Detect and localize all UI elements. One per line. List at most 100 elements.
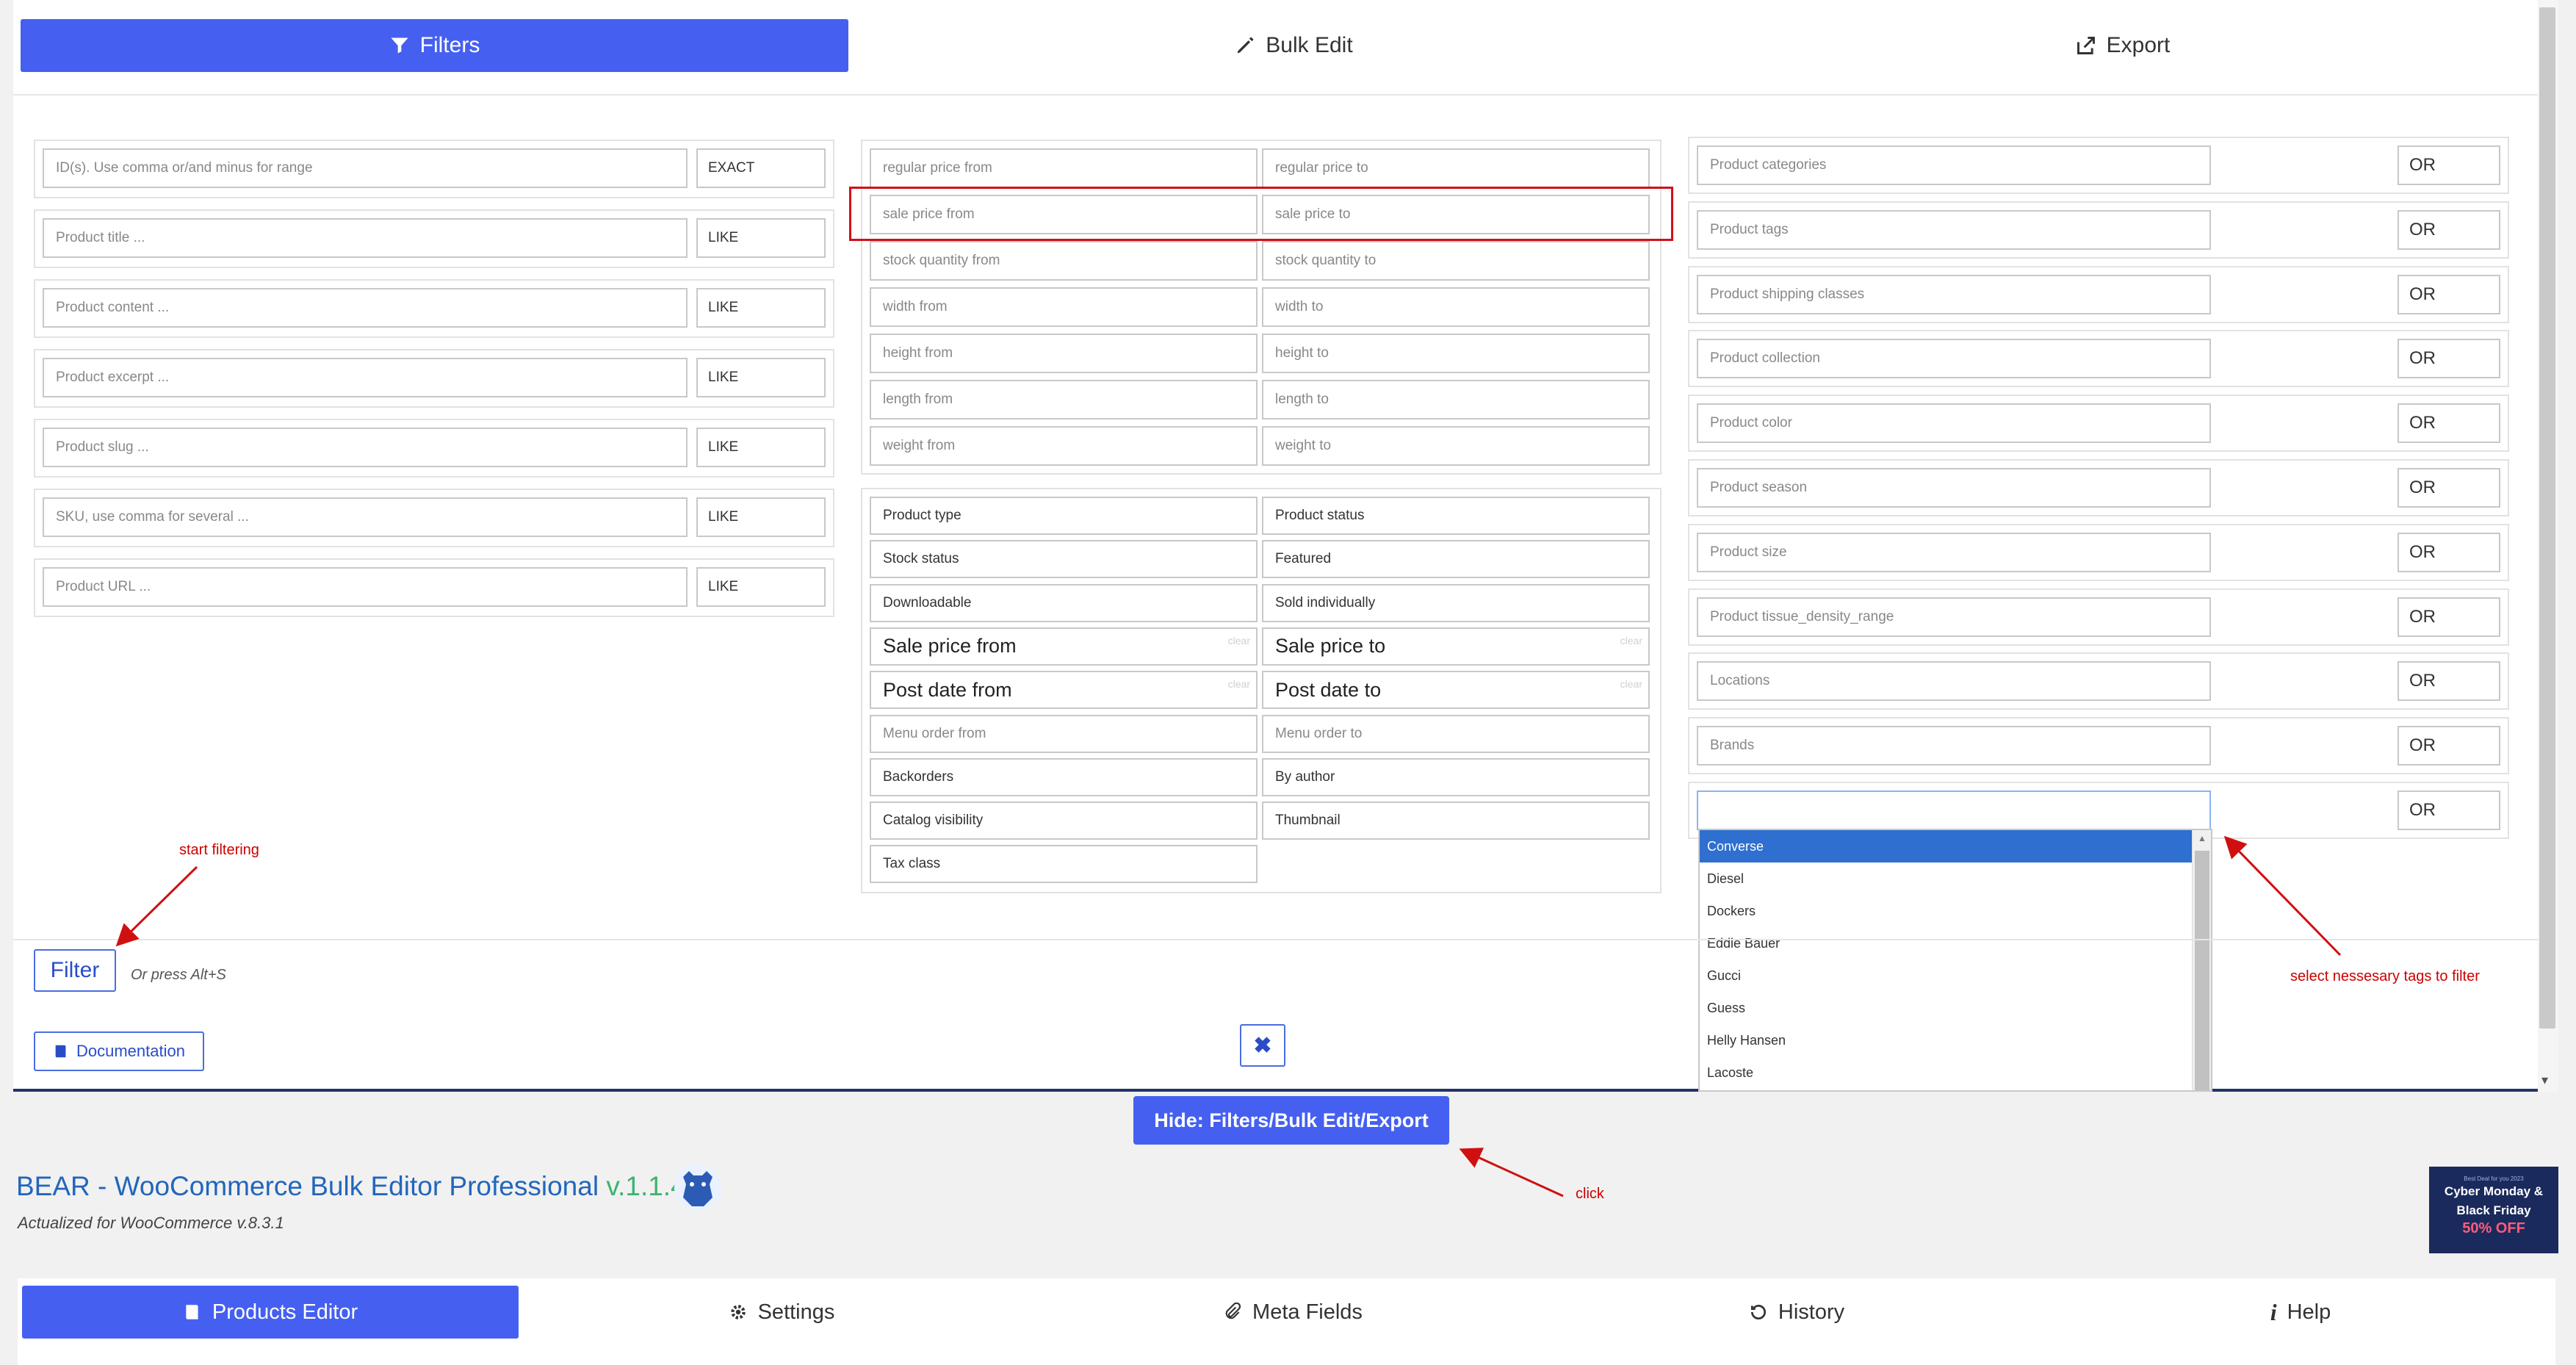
select-filter[interactable]: Tax class <box>870 845 1258 884</box>
logic-select[interactable]: OR <box>2398 209 2500 250</box>
text-filter-input[interactable]: Product title ... <box>43 218 688 258</box>
clear-link[interactable]: clear <box>1228 678 1250 690</box>
logic-select[interactable]: OR <box>2398 145 2500 185</box>
range-from-input[interactable]: width from <box>870 287 1258 327</box>
promo-banner[interactable]: Best Deal for you 2023 Cyber Monday & Bl… <box>2429 1167 2558 1253</box>
dropdown-scroll-up-icon[interactable]: ▲ <box>2198 833 2207 843</box>
panel-scrollbar[interactable]: ▾ <box>2538 0 2558 1092</box>
taxonomy-select[interactable]: Brands <box>1697 726 2211 766</box>
select-filter[interactable]: By author <box>1262 757 1650 796</box>
dropdown-option[interactable]: Helly Hansen <box>1700 1024 2211 1056</box>
match-mode-select[interactable]: LIKE <box>696 497 826 537</box>
clear-link[interactable]: clear <box>1620 635 1642 647</box>
text-filter-input[interactable]: Product slug ... <box>43 428 688 467</box>
history-icon <box>1750 1304 1766 1319</box>
clear-link[interactable]: clear <box>1228 635 1250 647</box>
text-filter-input[interactable]: SKU, use comma for several ... <box>43 497 688 537</box>
filter-button[interactable]: Filter <box>34 949 116 992</box>
logic-select[interactable]: OR <box>2398 274 2500 314</box>
reset-filters-button[interactable]: ✖ <box>1240 1024 1285 1067</box>
logic-select[interactable]: OR <box>2398 532 2500 572</box>
range-to-input[interactable]: weight to <box>1262 426 1650 466</box>
paperclip-icon <box>1225 1303 1241 1319</box>
range-from-input[interactable]: stock quantity from <box>870 241 1258 281</box>
taxonomy-select[interactable]: Product season <box>1697 468 2211 508</box>
logic-select[interactable]: OR <box>2398 403 2500 444</box>
date-filter-input[interactable]: Post date from clear <box>870 671 1258 710</box>
select-filter[interactable]: Downloadable <box>870 583 1258 622</box>
documentation-button[interactable]: Documentation <box>34 1031 204 1071</box>
gear-icon <box>730 1305 746 1319</box>
date-filter-input[interactable]: Post date to clear <box>1262 671 1650 710</box>
dropdown-option[interactable]: Converse <box>1700 830 2211 862</box>
dropdown-option[interactable]: Eddie Bauer <box>1700 927 2211 959</box>
dropdown-option[interactable]: Gucci <box>1700 959 2211 992</box>
select-filter[interactable]: Catalog visibility <box>870 802 1258 840</box>
taxonomy-select[interactable]: Product collection <box>1697 339 2211 379</box>
tab-products-editor[interactable]: Products Editor <box>22 1286 519 1339</box>
select-filter[interactable]: Sold individually <box>1262 583 1650 622</box>
logic-select[interactable]: OR <box>2398 726 2500 766</box>
range-from-input[interactable]: regular price from <box>870 148 1258 188</box>
range-to-input[interactable]: height to <box>1262 334 1650 373</box>
menu-order-input[interactable]: Menu order to <box>1262 714 1650 753</box>
clear-link[interactable]: clear <box>1620 678 1642 690</box>
dropdown-option[interactable]: Lacoste <box>1700 1056 2211 1089</box>
dropdown-option[interactable]: Diesel <box>1700 862 2211 895</box>
tab-history[interactable]: History <box>1541 1286 2052 1339</box>
brands-dropdown-list[interactable]: Converse Diesel Dockers Eddie Bauer Gucci Gue… <box>1698 829 2212 1092</box>
taxonomy-select[interactable]: Product size <box>1697 532 2211 572</box>
hide-panels-button[interactable]: Hide: Filters/Bulk Edit/Export <box>1133 1096 1449 1145</box>
taxonomy-select[interactable]: Locations <box>1697 661 2211 702</box>
match-mode-select[interactable]: LIKE <box>696 218 826 258</box>
scroll-down-icon[interactable]: ▾ <box>2541 1073 2548 1088</box>
range-from-input[interactable]: height from <box>870 334 1258 373</box>
match-mode-select[interactable]: LIKE <box>696 428 826 467</box>
tab-help[interactable]: i Help <box>2052 1286 2549 1339</box>
range-to-input[interactable]: stock quantity to <box>1262 241 1650 281</box>
select-filter[interactable]: Product type <box>870 497 1258 535</box>
match-mode-select[interactable]: LIKE <box>696 567 826 607</box>
tab-bulk-edit[interactable]: Bulk Edit <box>851 19 1737 72</box>
text-filter-input[interactable]: Product excerpt ... <box>43 358 688 397</box>
tab-export[interactable]: Export <box>1737 19 2508 72</box>
logic-select[interactable]: OR <box>2398 661 2500 702</box>
taxonomy-select[interactable] <box>1697 790 2211 830</box>
text-filter-input[interactable]: Product URL ... <box>43 567 688 607</box>
taxonomy-select[interactable]: Product categories <box>1697 145 2211 185</box>
select-filter[interactable]: Product status <box>1262 497 1650 535</box>
range-to-input[interactable]: length to <box>1262 380 1650 419</box>
logic-select[interactable]: OR <box>2398 339 2500 379</box>
text-filter-input[interactable]: ID(s). Use comma or/and minus for range <box>43 148 688 188</box>
logic-select[interactable]: OR <box>2398 597 2500 637</box>
select-filter[interactable]: Featured <box>1262 540 1650 579</box>
dropdown-option[interactable]: Dockers <box>1700 895 2211 927</box>
menu-order-input[interactable]: Menu order from <box>870 714 1258 753</box>
taxonomy-select[interactable]: Product tags <box>1697 209 2211 250</box>
range-to-input[interactable]: width to <box>1262 287 1650 327</box>
logic-select[interactable]: OR <box>2398 468 2500 508</box>
dropdown-option[interactable]: Guess <box>1700 992 2211 1024</box>
range-from-input[interactable]: length from <box>870 380 1258 419</box>
taxonomy-select[interactable]: Product color <box>1697 403 2211 444</box>
field-label: Sale price from <box>883 635 1017 658</box>
tab-settings[interactable]: Settings <box>519 1286 1045 1339</box>
scrollbar-thumb[interactable] <box>2539 7 2555 1029</box>
match-mode-select[interactable]: LIKE <box>696 358 826 397</box>
tab-meta-fields[interactable]: Meta Fields <box>1045 1286 1541 1339</box>
select-filter[interactable]: Stock status <box>870 540 1258 579</box>
match-mode-select[interactable]: LIKE <box>696 288 826 328</box>
select-filter[interactable]: Backorders <box>870 757 1258 796</box>
range-from-input[interactable]: weight from <box>870 426 1258 466</box>
text-filter-input[interactable]: Product content ... <box>43 288 688 328</box>
range-to-input[interactable]: regular price to <box>1262 148 1650 188</box>
logic-select[interactable]: OR <box>2398 790 2500 830</box>
taxonomy-select[interactable]: Product tissue_density_range <box>1697 597 2211 637</box>
taxonomy-select[interactable]: Product shipping classes <box>1697 274 2211 314</box>
match-mode-select[interactable]: EXACT <box>696 148 826 188</box>
tab-filters[interactable]: Filters <box>21 19 848 72</box>
date-filter-input[interactable]: Sale price from clear <box>870 627 1258 666</box>
date-filter-input[interactable]: Sale price to clear <box>1262 627 1650 666</box>
select-filter[interactable]: Thumbnail <box>1262 802 1650 840</box>
dropdown-scrollbar[interactable]: ▲ <box>2192 830 2211 1090</box>
